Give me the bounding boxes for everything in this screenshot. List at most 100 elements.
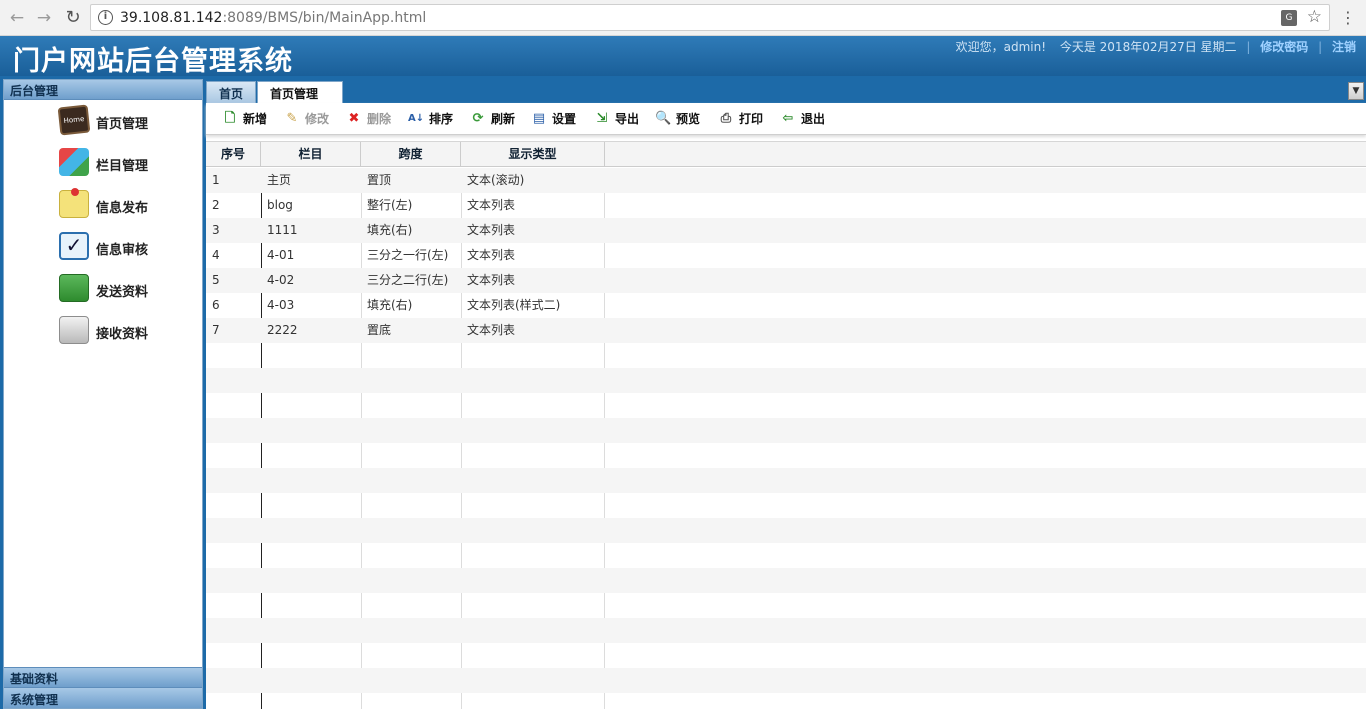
sidebar-item-label: 发送资料	[96, 285, 149, 300]
sidebar-section-basic[interactable]: 基础资料	[4, 667, 202, 687]
table-row[interactable]: 5 4-02 三分之二行(左) 文本列表	[206, 268, 1366, 293]
column-header-index[interactable]: 序号	[206, 142, 261, 167]
address-bar[interactable]: i 39.108.81.142:8089/BMS/bin/MainApp.htm…	[90, 4, 1330, 31]
add-label: 新增	[243, 112, 268, 126]
sidebar-item-home-manage[interactable]: Home 首页管理	[4, 100, 202, 142]
cell-display-type: 文本列表	[467, 273, 516, 287]
sidebar-item-label: 信息审核	[96, 243, 149, 258]
export-icon: ⇲	[596, 111, 608, 126]
cell-column: blog	[267, 198, 293, 212]
back-arrow-icon[interactable]: ←	[7, 8, 27, 28]
edit-button[interactable]: ✎ 修改	[284, 110, 329, 128]
table-row	[206, 543, 1366, 568]
cell-display-type: 文本列表	[467, 323, 516, 337]
table-row	[206, 568, 1366, 593]
column-header-display-type[interactable]: 显示类型	[461, 142, 605, 167]
sort-az-icon: A↓	[408, 113, 425, 124]
content-panel: 首页 首页管理 ▼ 🗋 新增 ✎ 修改 ✖ 删除 A↓ 排序 ⟳ 刷新 ▤ 设置…	[206, 79, 1366, 709]
app-body: 后台管理 Home 首页管理 栏目管理 信息发布 ✓ 信息审核 发送资料 接收资…	[0, 76, 1366, 709]
cell-column: 1111	[267, 223, 298, 237]
refresh-icon: ⟳	[472, 111, 484, 126]
settings-grid-icon: ▤	[532, 111, 546, 126]
exit-label: 退出	[801, 112, 826, 126]
table-row	[206, 518, 1366, 543]
sidebar-item-column-manage[interactable]: 栏目管理	[4, 142, 202, 184]
table-row	[206, 668, 1366, 693]
separator: |	[1246, 40, 1251, 54]
print-label: 打印	[739, 112, 764, 126]
cell-column: 主页	[267, 173, 292, 187]
tab-home[interactable]: 首页	[206, 81, 257, 103]
table-row[interactable]: 4 4-01 三分之一行(左) 文本列表	[206, 243, 1366, 268]
export-button[interactable]: ⇲ 导出	[594, 110, 639, 128]
sidebar-item-receive-material[interactable]: 接收资料	[4, 310, 202, 352]
cell-column: 4-02	[267, 273, 295, 287]
sidebar-item-info-publish[interactable]: 信息发布	[4, 184, 202, 226]
url-text[interactable]: 39.108.81.142:8089/BMS/bin/MainApp.html	[120, 10, 426, 26]
cell-index: 5	[212, 273, 220, 287]
table-row	[206, 368, 1366, 393]
cell-display-type: 文本列表	[467, 248, 516, 262]
sidebar-item-send-material[interactable]: 发送资料	[4, 268, 202, 310]
table-row[interactable]: 7 2222 置底 文本列表	[206, 318, 1366, 343]
refresh-button[interactable]: ⟳ 刷新	[470, 110, 515, 128]
print-button[interactable]: ⎙ 打印	[718, 110, 763, 128]
info-icon[interactable]: i	[98, 10, 113, 25]
forward-arrow-icon[interactable]: →	[34, 8, 54, 28]
sort-button[interactable]: A↓ 排序	[408, 110, 453, 128]
table-row[interactable]: 3 1111 填充(右) 文本列表	[206, 218, 1366, 243]
settings-label: 设置	[552, 112, 577, 126]
welcome-text: 欢迎您，admin!	[955, 40, 1047, 54]
add-button[interactable]: 🗋 新增	[222, 110, 267, 128]
add-file-icon: 🗋	[224, 111, 236, 126]
translate-icon[interactable]: G	[1281, 10, 1297, 26]
logout-link[interactable]: 注销	[1332, 40, 1356, 54]
browser-menu-icon[interactable]: ⋮	[1340, 8, 1356, 28]
bookmark-star-icon[interactable]: ☆	[1307, 7, 1322, 27]
cell-index: 4	[212, 248, 220, 262]
data-grid: 序号 栏目 跨度 显示类型 1 主页 置顶 文本(滚动) 2 blog 整行(左) 文本列表 3…	[206, 141, 1366, 709]
table-row	[206, 618, 1366, 643]
cell-span: 置底	[367, 323, 392, 337]
cell-span: 整行(左)	[367, 198, 413, 212]
sidebar-section-system[interactable]: 系统管理	[4, 687, 202, 708]
printer-icon: ⎙	[720, 111, 732, 126]
table-row[interactable]: 2 blog 整行(左) 文本列表	[206, 193, 1366, 218]
tab-home-manage[interactable]: 首页管理	[257, 81, 343, 103]
sort-label: 排序	[429, 112, 454, 126]
sidebar-item-info-review[interactable]: ✓ 信息审核	[4, 226, 202, 268]
refresh-label: 刷新	[491, 112, 516, 126]
cell-span: 三分之二行(左)	[367, 273, 449, 287]
settings-button[interactable]: ▤ 设置	[531, 110, 576, 128]
table-row	[206, 693, 1366, 709]
cell-index: 3	[212, 223, 220, 237]
cell-index: 6	[212, 298, 220, 312]
preview-magnifier-icon: 🔍	[655, 111, 672, 126]
table-row[interactable]: 1 主页 置顶 文本(滚动)	[206, 168, 1366, 193]
sidebar-item-label: 接收资料	[96, 327, 149, 342]
exit-button[interactable]: ⇦ 退出	[780, 110, 825, 128]
export-label: 导出	[615, 112, 640, 126]
sidebar-item-label: 栏目管理	[96, 159, 149, 174]
edit-pencil-icon: ✎	[286, 111, 298, 126]
checkbox-icon: ✓	[59, 232, 89, 260]
tab-dropdown-icon[interactable]: ▼	[1348, 82, 1364, 100]
table-row	[206, 493, 1366, 518]
toolbar: 🗋 新增 ✎ 修改 ✖ 删除 A↓ 排序 ⟳ 刷新 ▤ 设置 ⇲ 导出 🔍 预览…	[206, 103, 1366, 135]
column-header-column[interactable]: 栏目	[261, 142, 361, 167]
sidebar-section-admin[interactable]: 后台管理	[4, 80, 202, 100]
delete-label: 删除	[367, 112, 392, 126]
exit-door-icon: ⇦	[782, 111, 794, 126]
browser-chrome: ← → ↻ i 39.108.81.142:8089/BMS/bin/MainA…	[0, 0, 1366, 36]
cell-index: 2	[212, 198, 220, 212]
reload-icon[interactable]: ↻	[63, 8, 83, 28]
preview-button[interactable]: 🔍 预览	[655, 110, 700, 128]
table-row[interactable]: 6 4-03 填充(右) 文本列表(样式二)	[206, 293, 1366, 318]
column-header-span[interactable]: 跨度	[361, 142, 461, 167]
cell-display-type: 文本列表(样式二)	[467, 298, 561, 312]
cell-span: 填充(右)	[367, 223, 413, 237]
separator: |	[1318, 40, 1323, 54]
delete-button[interactable]: ✖ 删除	[346, 110, 391, 128]
change-password-link[interactable]: 修改密码	[1260, 40, 1308, 54]
cell-display-type: 文本(滚动)	[467, 173, 525, 187]
